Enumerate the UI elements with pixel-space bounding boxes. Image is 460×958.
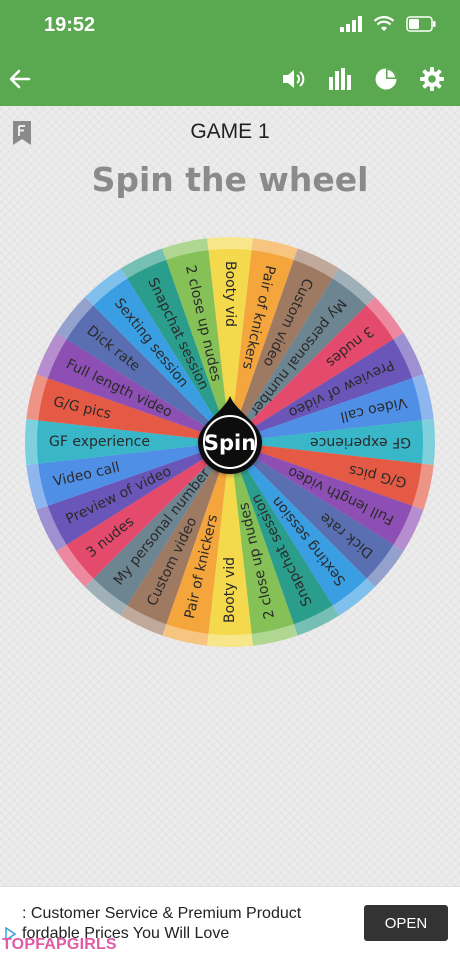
- prize-wheel[interactable]: Booty vid Pair of knickers Custom video My …: [24, 236, 436, 648]
- ad-text-line-1: : Customer Service & Premium Product: [22, 905, 302, 922]
- app-bar: [0, 52, 460, 106]
- back-arrow-icon: [9, 69, 31, 89]
- signal-icon: [340, 16, 362, 32]
- wheel-segment-label: Booty vid: [222, 261, 238, 327]
- battery-icon: [406, 16, 436, 32]
- status-icons: [340, 16, 436, 32]
- status-bar: 19:52: [0, 0, 460, 52]
- volume-button[interactable]: [278, 63, 310, 95]
- stats-button[interactable]: [324, 63, 356, 95]
- settings-gear-icon: [420, 67, 444, 91]
- volume-icon: [283, 70, 305, 88]
- settings-button[interactable]: [416, 63, 448, 95]
- game-title: GAME 1: [190, 120, 270, 143]
- status-time: 19:52: [44, 14, 96, 36]
- wheel-segment-label: GF experience: [310, 434, 411, 450]
- pie-chart-icon: [375, 68, 397, 90]
- watermark: TOPFAPGIRLS: [2, 936, 117, 953]
- stats-icon: [329, 68, 351, 90]
- wifi-icon: [374, 16, 394, 31]
- wheel-segment-label: GF experience: [49, 434, 150, 450]
- ad-open-button[interactable]: OPEN: [364, 905, 448, 941]
- back-button[interactable]: [4, 63, 36, 95]
- spin-label: Spin: [204, 431, 256, 455]
- wheel-svg: Booty vid Pair of knickersCustom videoMy …: [25, 237, 435, 647]
- wheel-segment-label: Booty vid: [222, 557, 238, 623]
- pie-chart-button[interactable]: [370, 63, 402, 95]
- spin-the-wheel-heading: Spin the wheel: [91, 160, 369, 199]
